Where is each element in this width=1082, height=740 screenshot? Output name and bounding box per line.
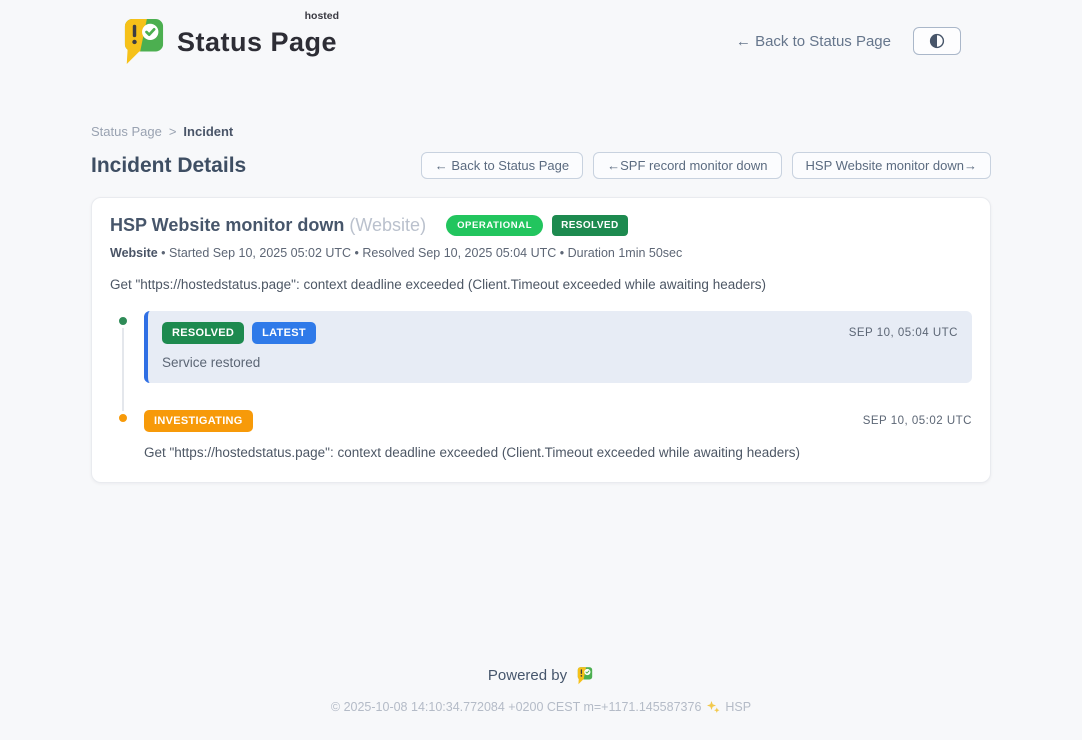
incident-title: HSP Website monitor down (Website) <box>110 215 426 236</box>
header-back-link[interactable]: ← Back to Status Page <box>736 33 891 50</box>
timeline-timestamp: SEP 10, 05:04 UTC <box>849 327 958 339</box>
incident-nav-buttons: ← Back to Status Page ←SPF record monito… <box>421 152 991 179</box>
breadcrumb-separator: > <box>169 124 177 139</box>
incident-component: (Website) <box>349 215 426 235</box>
breadcrumb-root[interactable]: Status Page <box>91 124 162 139</box>
main-content: Status Page > Incident Incident Details ← … <box>91 124 991 483</box>
half-circle-theme-icon <box>929 33 945 49</box>
resolved-badge: RESOLVED <box>162 322 244 344</box>
header: hosted Status Page ← Back to Status Page <box>0 0 1082 66</box>
resolved-state-badge: RESOLVED <box>552 215 627 236</box>
incident-meta-details: • Started Sep 10, 2025 05:02 UTC • Resol… <box>158 246 683 260</box>
incident-card: HSP Website monitor down (Website) OPERA… <box>91 197 991 483</box>
brand-name: Status Page <box>177 27 337 57</box>
incident-timeline: RESOLVED LATEST SEP 10, 05:04 UTC Servic… <box>110 311 972 460</box>
previous-incident-button[interactable]: ←SPF record monitor down <box>593 152 781 179</box>
brand-logo-mini-icon <box>576 666 594 685</box>
orange-status-dot-icon <box>116 411 130 425</box>
timeline-message: Get "https://hostedstatus.page": context… <box>144 445 972 460</box>
breadcrumb: Status Page > Incident <box>91 124 991 139</box>
incident-description: Get "https://hostedstatus.page": context… <box>110 277 972 292</box>
next-incident-button[interactable]: HSP Website monitor down→ <box>792 152 991 179</box>
timeline-message: Service restored <box>162 355 958 370</box>
incident-meta: Website • Started Sep 10, 2025 05:02 UTC… <box>110 246 972 260</box>
powered-by-label: Powered by <box>488 667 567 684</box>
timeline-dot-wrap <box>110 311 136 383</box>
investigating-badge: INVESTIGATING <box>144 410 253 432</box>
incident-meta-component: Website <box>110 246 158 260</box>
copyright-line: © 2025-10-08 14:10:34.772084 +0200 CEST … <box>0 700 1082 740</box>
powered-by[interactable]: Powered by <box>0 666 1082 685</box>
timeline-timestamp: SEP 10, 05:02 UTC <box>863 415 972 427</box>
timeline-entry-highlighted-box: RESOLVED LATEST SEP 10, 05:04 UTC Servic… <box>144 311 972 383</box>
timeline-entry-plain: INVESTIGATING SEP 10, 05:02 UTC Get "htt… <box>144 409 972 460</box>
timeline-dot-wrap <box>110 409 136 460</box>
brand-hosted-label: hosted <box>305 10 339 22</box>
theme-toggle-button[interactable] <box>913 27 961 55</box>
back-to-status-page-button[interactable]: ← Back to Status Page <box>421 152 583 179</box>
copyright-text: © 2025-10-08 14:10:34.772084 +0200 CEST … <box>331 700 702 714</box>
brand-logo-icon <box>121 16 167 66</box>
green-status-dot-icon <box>116 314 130 328</box>
timeline-entry-resolved: RESOLVED LATEST SEP 10, 05:04 UTC Servic… <box>110 311 972 383</box>
copyright-brand: HSP <box>725 700 751 714</box>
timeline-entry-investigating: INVESTIGATING SEP 10, 05:02 UTC Get "htt… <box>110 409 972 460</box>
latest-badge: LATEST <box>252 322 316 344</box>
operational-status-badge: OPERATIONAL <box>446 215 543 236</box>
breadcrumb-current: Incident <box>183 124 233 139</box>
footer: Powered by © 2025-10-08 14:10:34.772084 … <box>0 666 1082 740</box>
sparkles-icon <box>706 700 720 714</box>
brand-logo[interactable]: hosted Status Page <box>121 16 337 66</box>
page-title: Incident Details <box>91 154 246 178</box>
